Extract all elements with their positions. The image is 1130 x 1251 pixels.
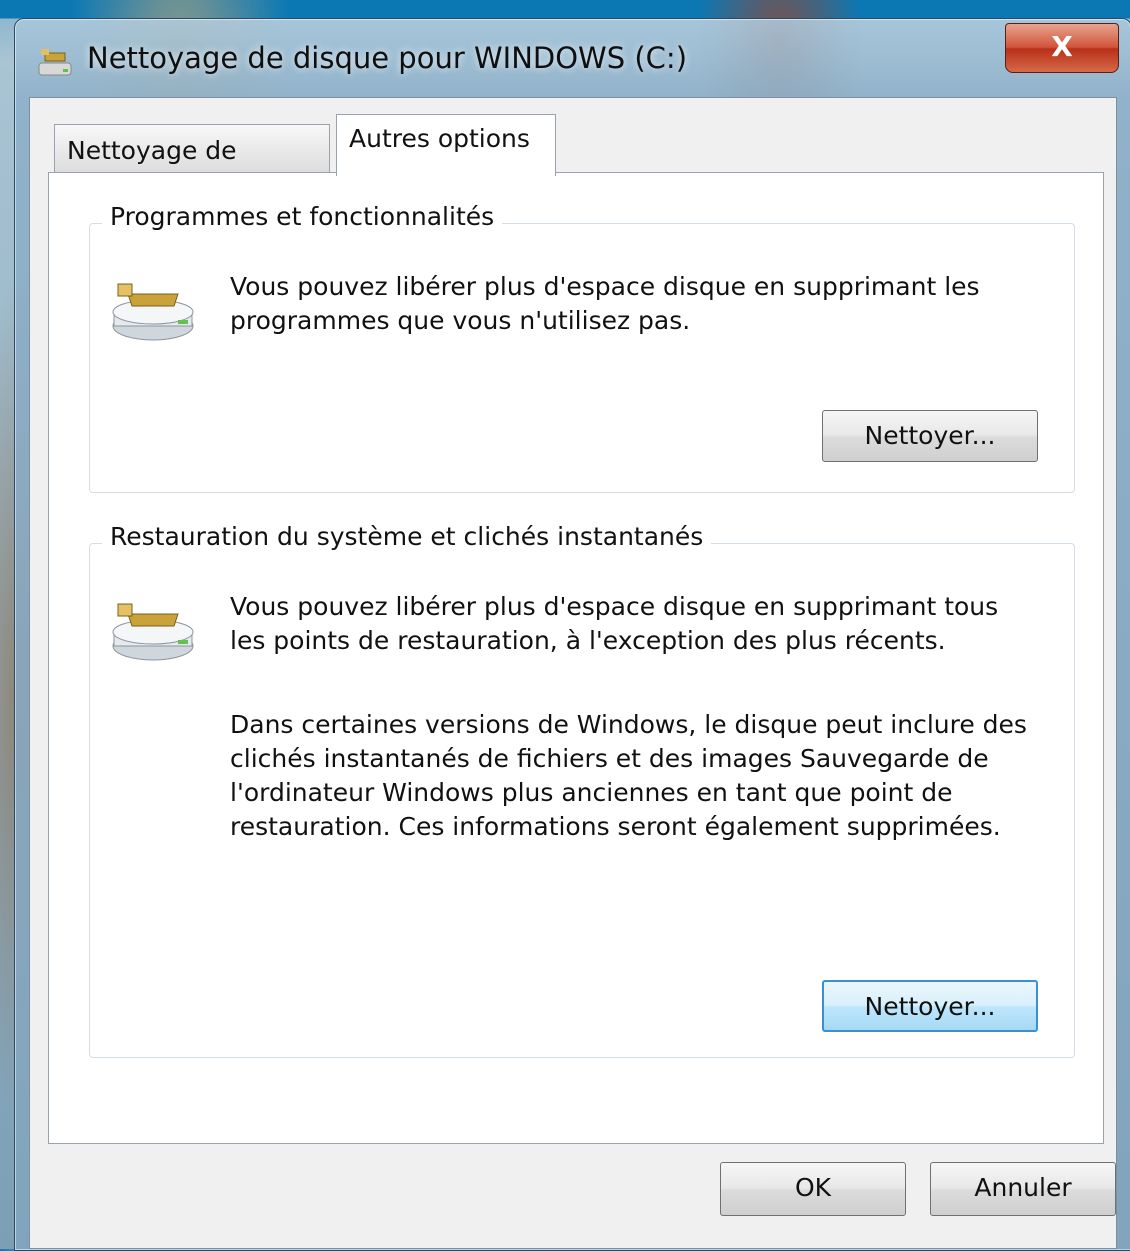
- disk-cleanup-dialog: Nettoyage de disque pour WINDOWS (C:) X …: [14, 18, 1130, 1251]
- cancel-button[interactable]: Annuler: [930, 1162, 1116, 1216]
- group-title: Programmes et fonctionnalités: [102, 202, 503, 231]
- disk-cleanup-icon: [38, 49, 72, 76]
- group-details: Dans certaines versions de Windows, le d…: [230, 710, 1027, 841]
- clean-programs-button[interactable]: Nettoyer...: [822, 410, 1038, 462]
- tab-panel-autres-options: Programmes et fonctionnalités Vous pouve…: [48, 172, 1104, 1144]
- tab-autres-options[interactable]: Autres options: [336, 114, 556, 176]
- close-icon: X: [1051, 30, 1073, 63]
- disk-cleanup-icon: [112, 283, 194, 341]
- group-description: Vous pouvez libérer plus d'espace disque…: [230, 272, 980, 335]
- ok-button[interactable]: OK: [720, 1162, 906, 1216]
- clean-restore-points-button[interactable]: Nettoyer...: [822, 980, 1038, 1032]
- disk-cleanup-icon: [112, 603, 194, 661]
- tab-nettoyage-de-disque[interactable]: Nettoyage de disque: [54, 124, 330, 217]
- group-title: Restauration du système et clichés insta…: [102, 522, 712, 551]
- group-description: Vous pouvez libérer plus d'espace disque…: [230, 592, 999, 655]
- window-title: Nettoyage de disque pour WINDOWS (C:): [87, 41, 688, 75]
- dialog-client-area: Nettoyage de disque Autres options Progr…: [29, 97, 1117, 1249]
- title-bar[interactable]: Nettoyage de disque pour WINDOWS (C:) X: [15, 19, 1130, 99]
- close-button[interactable]: X: [1005, 23, 1119, 73]
- group-restauration-systeme: Restauration du système et clichés insta…: [89, 522, 1075, 1058]
- group-programmes-et-fonctionnalites: Programmes et fonctionnalités Vous pouve…: [89, 202, 1075, 493]
